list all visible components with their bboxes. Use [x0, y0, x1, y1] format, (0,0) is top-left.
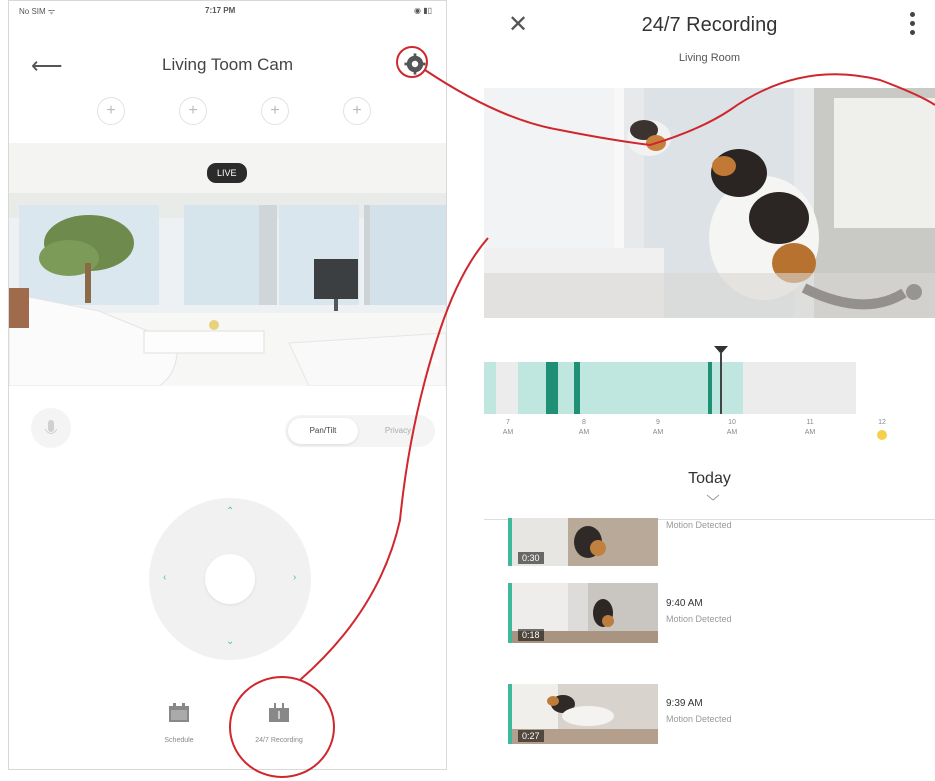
event-thumbnail[interactable]: 0:27	[508, 684, 658, 744]
preset-add-button[interactable]: +	[97, 97, 125, 125]
timeline-tick: 10 AM	[726, 419, 738, 436]
camera-title: Living Toom Cam	[161, 55, 294, 74]
timeline-tick: 7 AM	[502, 419, 514, 436]
event-thumbnail[interactable]: 0:30	[508, 518, 658, 566]
timeline-tick: 8 AM	[578, 419, 590, 436]
carrier-label: No SIM ᯤ	[19, 7, 56, 16]
tab-247-recording[interactable]: 24/7 Recording	[239, 701, 319, 744]
event-type: Motion Detected	[666, 614, 732, 624]
chevron-left-icon[interactable]: ‹	[163, 572, 166, 583]
event-duration: 0:18	[518, 629, 544, 641]
fullscreen-icon[interactable]	[422, 360, 438, 376]
event-thumbnail[interactable]: 0:18	[508, 583, 658, 643]
day-selector[interactable]: Today	[484, 470, 935, 488]
tab-schedule-label: Schedule	[164, 737, 194, 744]
mode-toggle: Pan/Tilt Privacy	[285, 415, 435, 447]
recording-playback[interactable]	[484, 88, 935, 318]
event-duration: 0:30	[518, 552, 544, 564]
timeline-track[interactable]	[484, 362, 856, 414]
cat-video-frame	[484, 88, 935, 318]
timeline-event-marker[interactable]	[574, 362, 580, 414]
event-accent	[508, 518, 512, 566]
privacy-tab[interactable]: Privacy	[365, 418, 431, 444]
preset-add-button[interactable]: +	[179, 97, 207, 125]
camera-live-screen: No SIM ᯤ 7:17 PM ◉ ▮▯ ⟵ Living Toom Cam …	[8, 0, 447, 770]
chevron-right-icon[interactable]: ›	[293, 572, 296, 583]
camera-location: Living Room	[678, 52, 741, 64]
live-badge: LIVE	[207, 163, 247, 183]
playhead-line	[720, 352, 722, 414]
more-vertical-icon[interactable]	[908, 12, 916, 42]
tab-schedule[interactable]: Schedule	[139, 701, 219, 744]
timeline-event-marker[interactable]	[546, 362, 558, 414]
pan-tilt-joystick[interactable]: ⌃ ⌄ ‹ ›	[149, 498, 311, 660]
status-bar: No SIM ᯤ 7:17 PM ◉ ▮▯	[9, 1, 446, 21]
event-accent	[508, 583, 512, 643]
camera-header: ⟵ Living Toom Cam	[9, 45, 446, 81]
timeline-segment	[484, 362, 496, 414]
microphone-icon	[44, 420, 58, 434]
chevron-down-icon[interactable]	[706, 494, 720, 502]
joystick-knob[interactable]	[205, 554, 255, 604]
page-title: 24/7 Recording	[641, 14, 778, 36]
current-time-dot	[877, 430, 887, 440]
clock: 7:17 PM	[205, 6, 236, 15]
timeline-event-marker[interactable]	[708, 362, 712, 414]
event-time: 9:39 AM	[666, 698, 703, 709]
event-duration: 0:27	[518, 730, 544, 742]
preset-add-button[interactable]: +	[343, 97, 371, 125]
microphone-button[interactable]	[31, 408, 71, 448]
preset-add-button[interactable]: +	[261, 97, 289, 125]
recording-icon	[269, 703, 289, 722]
tab-247-recording-label: 24/7 Recording	[255, 737, 303, 744]
gear-icon[interactable]	[404, 53, 426, 75]
event-type: Motion Detected	[666, 520, 732, 530]
calendar-icon	[169, 703, 189, 722]
timeline-tick: 9 AM	[652, 419, 664, 436]
battery-indicator: ◉ ▮▯	[413, 6, 432, 15]
event-type: Motion Detected	[666, 714, 732, 724]
pan-tilt-tab[interactable]: Pan/Tilt	[288, 418, 358, 444]
event-time: 9:40 AM	[666, 598, 703, 609]
event-accent	[508, 684, 512, 744]
live-video-feed[interactable]: LIVE	[9, 143, 446, 386]
chevron-up-icon[interactable]: ⌃	[226, 506, 234, 517]
timeline-tick: 11 AM	[804, 419, 816, 436]
recording-screen: ✕ 24/7 Recording Living Room 7 AM 8 AM 9…	[484, 0, 935, 781]
chevron-down-icon[interactable]: ⌄	[226, 636, 234, 647]
timeline-tick-now: 12	[862, 418, 902, 440]
